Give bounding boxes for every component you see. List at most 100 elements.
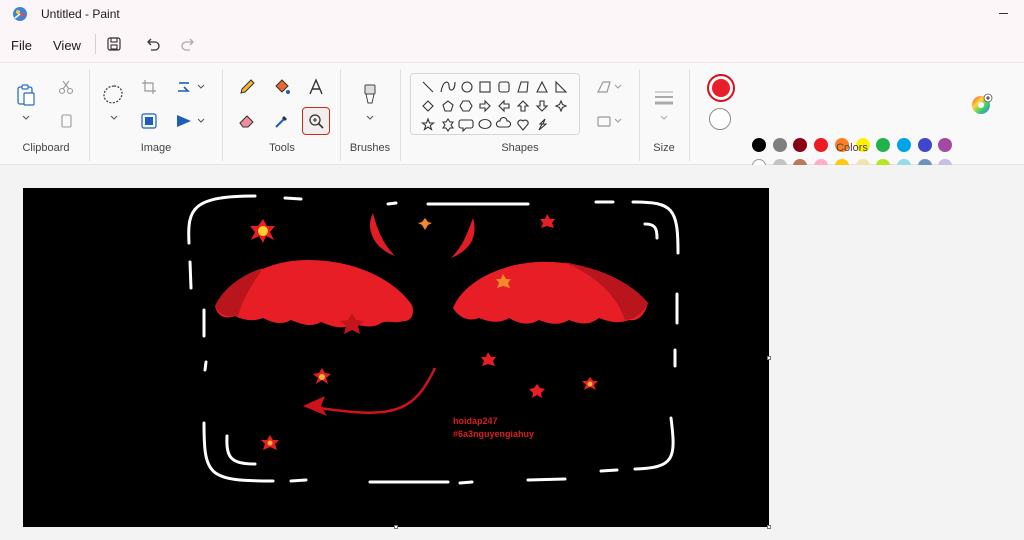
color-swatch[interactable] — [772, 138, 787, 152]
flip-icon — [177, 115, 191, 127]
resize-handle-right[interactable] — [767, 356, 771, 360]
color-swatch[interactable] — [752, 138, 766, 152]
color-picker-button[interactable] — [268, 107, 296, 135]
save-button[interactable] — [102, 32, 126, 56]
chevron-down-icon[interactable] — [197, 117, 205, 125]
menu-file[interactable]: File — [11, 38, 32, 53]
six-point-star-shape-icon[interactable] — [441, 118, 455, 132]
drawing-canvas[interactable]: hoidap247 #6a3nguyengiahuy — [23, 188, 769, 527]
frame-stroke — [187, 194, 257, 245]
group-divider — [400, 69, 401, 161]
color-swatch[interactable] — [938, 138, 953, 152]
rounded-callout-shape-icon[interactable] — [458, 119, 474, 133]
resize-icon — [141, 113, 157, 129]
star-icon — [529, 384, 545, 398]
free-form-select-icon — [103, 85, 123, 104]
canvas-text-line1: hoidap247 — [453, 416, 498, 426]
rounded-rectangle-shape-icon[interactable] — [498, 81, 510, 93]
curve-shape-icon[interactable] — [440, 81, 456, 93]
line-shape-icon[interactable] — [422, 81, 434, 93]
window-title: Untitled - Paint — [41, 7, 120, 21]
crop-button[interactable] — [135, 73, 163, 101]
secondary-color[interactable] — [709, 108, 731, 130]
right-triangle-shape-icon[interactable] — [555, 80, 568, 93]
pentagon-shape-icon[interactable] — [442, 100, 454, 112]
paste-button[interactable] — [12, 81, 40, 109]
rotate-button[interactable] — [170, 73, 198, 101]
group-divider — [89, 69, 90, 161]
redo-button[interactable] — [176, 32, 200, 56]
frame-stroke — [599, 468, 619, 473]
pencil-button[interactable] — [233, 73, 261, 101]
text-button[interactable] — [302, 73, 330, 101]
color-swatch[interactable] — [896, 138, 911, 152]
fill-button[interactable] — [268, 73, 296, 101]
smile-arrow-head — [303, 396, 327, 416]
menu-view[interactable]: View — [53, 38, 81, 53]
color-swatch[interactable] — [917, 138, 932, 152]
paint-bucket-icon — [275, 79, 290, 94]
select-button[interactable] — [100, 81, 128, 109]
redo-icon — [181, 38, 194, 51]
primary-color[interactable] — [707, 74, 735, 102]
ribbon: Clipboard Image Tools Brushes Shapes Siz… — [0, 62, 1024, 193]
oval-callout-shape-icon[interactable] — [478, 118, 492, 130]
left-arrow-shape-icon[interactable] — [498, 99, 510, 113]
triangle-shape-icon[interactable] — [536, 80, 548, 93]
chevron-down-icon[interactable] — [614, 83, 622, 91]
resize-button[interactable] — [135, 107, 163, 135]
chevron-down-icon[interactable] — [366, 114, 374, 122]
brush-icon — [364, 84, 376, 104]
minimize-button[interactable] — [994, 4, 1014, 24]
cut-button[interactable] — [52, 73, 80, 101]
resize-handle-bottom[interactable] — [394, 525, 398, 529]
frame-stroke — [643, 222, 659, 240]
chevron-down-icon[interactable] — [22, 114, 30, 122]
oval-shape-icon[interactable] — [461, 81, 473, 93]
diamond-shape-icon[interactable] — [422, 100, 434, 112]
rectangle-shape-icon[interactable] — [479, 81, 491, 93]
color-swatch[interactable] — [793, 138, 808, 152]
group-label-size: Size — [653, 142, 675, 154]
menu-bar: File View — [0, 28, 1024, 62]
frame-stroke — [289, 478, 308, 483]
five-point-star-shape-icon[interactable] — [420, 117, 436, 131]
fill-icon — [597, 116, 611, 127]
scissors-icon — [58, 80, 74, 95]
undo-icon — [147, 38, 160, 51]
star-icon — [540, 214, 555, 228]
resize-handle-corner[interactable] — [767, 525, 771, 529]
edit-colors-icon[interactable] — [971, 93, 993, 115]
group-label-brushes: Brushes — [349, 142, 391, 154]
hexagon-shape-icon[interactable] — [459, 100, 473, 112]
paste-icon — [17, 84, 35, 106]
crop-icon — [142, 80, 156, 94]
copy-button[interactable] — [52, 107, 80, 135]
star-center — [587, 381, 593, 387]
chevron-down-icon[interactable] — [660, 114, 668, 122]
group-label-clipboard: Clipboard — [22, 142, 70, 154]
lightning-shape-icon[interactable] — [538, 118, 548, 131]
star-center — [258, 226, 268, 236]
frame-stroke — [283, 196, 303, 201]
down-arrow-shape-icon[interactable] — [535, 100, 549, 112]
size-button[interactable] — [650, 83, 678, 111]
frame-stroke — [386, 201, 398, 206]
flip-button[interactable] — [170, 107, 198, 135]
chevron-down-icon[interactable] — [197, 83, 205, 91]
group-label-colors: Colors — [836, 142, 868, 154]
chevron-down-icon[interactable] — [110, 114, 118, 122]
polygon-shape-icon[interactable] — [517, 81, 529, 93]
star-icon — [481, 352, 496, 366]
heart-shape-icon[interactable] — [517, 119, 529, 131]
undo-button[interactable] — [141, 32, 165, 56]
star-icon — [418, 218, 432, 230]
eraser-button[interactable] — [233, 107, 261, 135]
cloud-callout-shape-icon[interactable] — [495, 116, 512, 128]
magnifier-button[interactable] — [302, 107, 330, 135]
up-arrow-shape-icon[interactable] — [516, 100, 530, 112]
chevron-down-icon[interactable] — [614, 117, 622, 125]
four-point-star-shape-icon[interactable] — [554, 99, 568, 113]
brushes-button[interactable] — [356, 81, 384, 109]
right-arrow-shape-icon[interactable] — [479, 99, 491, 113]
